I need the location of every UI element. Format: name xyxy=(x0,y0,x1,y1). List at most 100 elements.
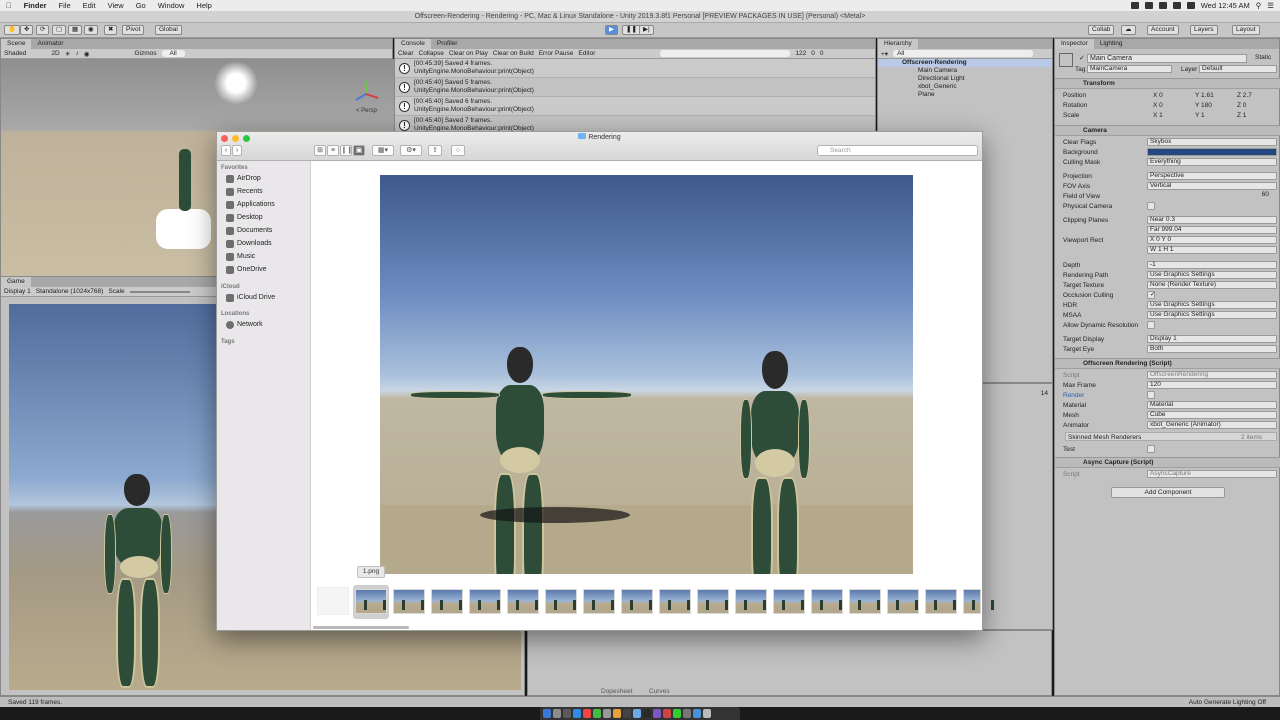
forward-button[interactable]: › xyxy=(232,145,242,156)
perspective-label[interactable]: < Persp xyxy=(356,108,377,114)
hand-tool-button[interactable]: ✋ xyxy=(4,25,21,35)
dock-app-icon[interactable] xyxy=(583,709,591,718)
create-dropdown-icon[interactable]: +▾ xyxy=(881,50,888,58)
menubar-clock[interactable]: Wed 12:45 AM xyxy=(1201,1,1250,10)
gallery-thumbnail[interactable] xyxy=(925,589,957,614)
rotation-y-field[interactable]: Y 180 xyxy=(1195,101,1212,110)
background-color-field[interactable] xyxy=(1147,148,1277,156)
dock-trash-icon[interactable] xyxy=(703,709,711,718)
gallery-thumbnail[interactable] xyxy=(431,589,463,614)
tag-dropdown[interactable]: MainCamera xyxy=(1087,65,1172,73)
rendering-path-dropdown[interactable]: Use Graphics Settings xyxy=(1147,271,1277,279)
2d-toggle[interactable]: 2D xyxy=(51,50,59,57)
hierarchy-item-xbot[interactable]: xbot_Generic xyxy=(878,83,1052,91)
dock-app-icon[interactable] xyxy=(633,709,641,718)
tag-icon[interactable]: ○ xyxy=(451,145,465,156)
gallery-thumbnail[interactable] xyxy=(849,589,881,614)
display-dropdown[interactable]: Display 1 xyxy=(4,288,31,295)
tab-inspector[interactable]: Inspector xyxy=(1055,39,1094,49)
console-log-row[interactable]: ! [00:45:40] Saved 5 frames. UnityEngine.… xyxy=(395,78,875,97)
console-log-count[interactable]: 122 xyxy=(795,50,806,57)
occlusion-culling-checkbox[interactable]: ✓ xyxy=(1147,291,1155,299)
group-dropdown[interactable]: ▦▾ xyxy=(372,145,394,156)
dock-app-icon[interactable] xyxy=(673,709,681,718)
tab-animator[interactable]: Animator xyxy=(31,39,69,49)
menu-window[interactable]: Window xyxy=(152,1,191,10)
effects-toggle-icon[interactable]: ◉ xyxy=(84,50,90,58)
position-x-field[interactable]: X 0 xyxy=(1153,91,1163,100)
sidebar-item-music[interactable]: Music xyxy=(226,251,255,262)
collab-button[interactable]: Collab xyxy=(1088,25,1115,35)
scale-slider[interactable] xyxy=(129,290,190,293)
dock-safari-icon[interactable] xyxy=(573,709,581,718)
battery-icon[interactable] xyxy=(1186,2,1195,9)
gallery-thumbnail[interactable] xyxy=(773,589,805,614)
hierarchy-search-input[interactable]: All xyxy=(893,50,1034,57)
far-clip-field[interactable]: Far 999.04 xyxy=(1147,226,1277,234)
transform-component-header[interactable]: Transform xyxy=(1055,78,1280,89)
transform-tool-button[interactable]: ◉ xyxy=(84,25,98,35)
dock-unity-icon[interactable] xyxy=(623,709,631,718)
target-eye-dropdown[interactable]: Both xyxy=(1147,345,1277,353)
sidebar-item-applications[interactable]: Applications xyxy=(226,199,275,210)
console-clear-on-play-button[interactable]: Clear on Play xyxy=(449,50,488,57)
scene-root-item[interactable]: Offscreen-Rendering xyxy=(878,59,1052,67)
console-log-row[interactable]: ! [00:45:39] Saved 4 frames. UnityEngine.… xyxy=(395,59,875,78)
camera-component-header[interactable]: Camera xyxy=(1055,125,1280,136)
physical-camera-checkbox[interactable] xyxy=(1147,202,1155,210)
menu-file[interactable]: File xyxy=(53,1,77,10)
target-display-dropdown[interactable]: Display 1 xyxy=(1147,335,1277,343)
image-preview[interactable] xyxy=(380,175,913,574)
camera-gizmo-icon[interactable] xyxy=(156,209,211,249)
menu-view[interactable]: View xyxy=(102,1,130,10)
gallery-thumbnail[interactable] xyxy=(583,589,615,614)
gallery-thumbnail[interactable] xyxy=(393,589,425,614)
action-gear-icon[interactable]: ⚙▾ xyxy=(400,145,422,156)
dock-app-icon[interactable] xyxy=(663,709,671,718)
target-texture-field[interactable]: None (Render Texture) xyxy=(1147,281,1277,289)
orientation-gizmo-icon[interactable] xyxy=(351,79,381,109)
gallery-scrollbar[interactable] xyxy=(313,626,409,629)
account-dropdown[interactable]: Account xyxy=(1147,25,1179,35)
status-menu-icon[interactable] xyxy=(1130,2,1139,9)
sidebar-item-documents[interactable]: Documents xyxy=(226,225,272,236)
step-button[interactable]: ▶| xyxy=(639,25,654,35)
hdr-dropdown[interactable]: Use Graphics Settings xyxy=(1147,301,1277,309)
apple-icon[interactable]:  xyxy=(0,1,18,10)
sidebar-item-airdrop[interactable]: AirDrop xyxy=(226,173,261,184)
rotation-z-field[interactable]: Z 0 xyxy=(1237,101,1246,110)
gallery-thumbnail[interactable] xyxy=(355,589,387,614)
console-search-input[interactable] xyxy=(660,50,791,57)
audio-toggle-icon[interactable]: ♪ xyxy=(76,50,79,57)
custom-tool-button[interactable]: ✖ xyxy=(104,25,118,35)
static-checkbox[interactable]: Static xyxy=(1255,54,1271,61)
msaa-dropdown[interactable]: Use Graphics Settings xyxy=(1147,311,1277,319)
tab-hierarchy[interactable]: Hierarchy xyxy=(878,39,918,49)
scene-search-input[interactable]: All xyxy=(161,50,185,57)
viewport-wh-field[interactable]: W 1 H 1 xyxy=(1147,246,1277,254)
play-button[interactable]: ▶ xyxy=(605,25,618,35)
dock-app-icon[interactable] xyxy=(613,709,621,718)
rotate-tool-button[interactable]: ⟳ xyxy=(36,25,50,35)
object-name-input[interactable]: Main Camera xyxy=(1087,54,1247,63)
pivot-toggle[interactable]: Pivot xyxy=(122,25,145,35)
gallery-thumbnail[interactable] xyxy=(507,589,539,614)
gallery-thumbnail[interactable] xyxy=(659,589,691,614)
scale-x-field[interactable]: X 1 xyxy=(1153,111,1163,120)
console-error-count[interactable]: 0 xyxy=(820,50,824,57)
layout-dropdown[interactable]: Layout xyxy=(1232,25,1260,35)
max-frame-field[interactable]: 120 xyxy=(1147,381,1277,389)
gizmos-dropdown[interactable]: Gizmos xyxy=(134,50,156,57)
add-component-button[interactable]: Add Component xyxy=(1111,487,1225,498)
near-clip-field[interactable]: Near 0.3 xyxy=(1147,216,1277,224)
layer-dropdown[interactable]: Default xyxy=(1199,65,1277,73)
dock-app-icon[interactable] xyxy=(603,709,611,718)
move-tool-button[interactable]: ✥ xyxy=(20,25,34,35)
mesh-field[interactable]: Cube xyxy=(1147,411,1277,419)
share-icon[interactable]: ⇧ xyxy=(428,145,442,156)
offscreen-rendering-header[interactable]: Offscreen Rendering (Script) xyxy=(1055,358,1280,369)
active-checkbox[interactable]: ✓ xyxy=(1079,54,1085,62)
auto-lighting-status[interactable]: Auto Generate Lighting Off xyxy=(1189,697,1266,708)
material-field[interactable]: Material xyxy=(1147,401,1277,409)
async-capture-header[interactable]: Async Capture (Script) xyxy=(1055,457,1280,468)
